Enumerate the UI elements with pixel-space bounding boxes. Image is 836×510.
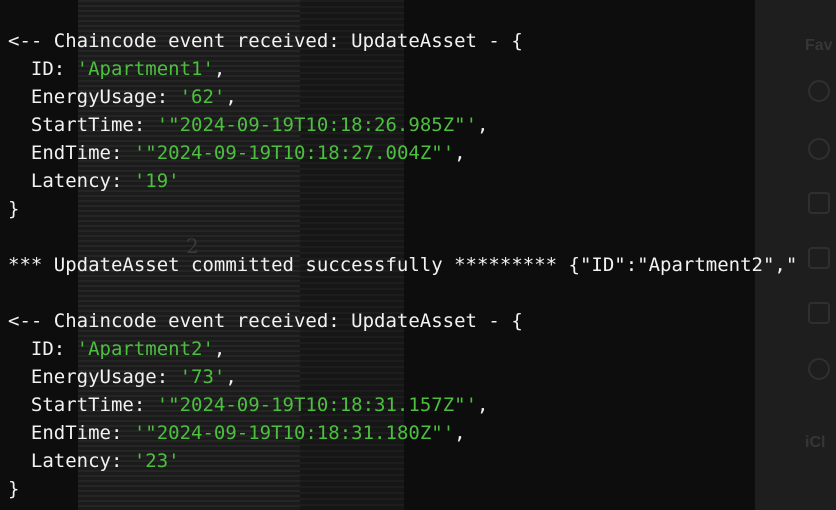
event-close-brace: } — [8, 198, 20, 220]
commit-status-line: *** UpdateAsset committed successfully *… — [8, 254, 798, 276]
event-field-latency: Latency: '19' — [8, 170, 180, 192]
event-header: <-- Chaincode event received: UpdateAsse… — [8, 30, 523, 52]
event-close-brace: } — [8, 478, 20, 500]
event-field-start-time: StartTime: '"2024-09-19T10:18:31.157Z"', — [8, 394, 489, 416]
event-field-start-time: StartTime: '"2024-09-19T10:18:26.985Z"', — [8, 114, 489, 136]
terminal-output[interactable]: <-- Chaincode event received: UpdateAsse… — [0, 0, 836, 510]
event-field-id: ID: 'Apartment2', — [8, 338, 226, 360]
event-field-latency: Latency: '23' — [8, 450, 180, 472]
event-header: <-- Chaincode event received: UpdateAsse… — [8, 310, 523, 332]
event-field-energy-usage: EnergyUsage: '73', — [8, 366, 237, 388]
event-field-end-time: EndTime: '"2024-09-19T10:18:27.004Z"', — [8, 142, 466, 164]
event-field-energy-usage: EnergyUsage: '62', — [8, 86, 237, 108]
event-field-end-time: EndTime: '"2024-09-19T10:18:31.180Z"', — [8, 422, 466, 444]
event-field-id: ID: 'Apartment1', — [8, 58, 226, 80]
